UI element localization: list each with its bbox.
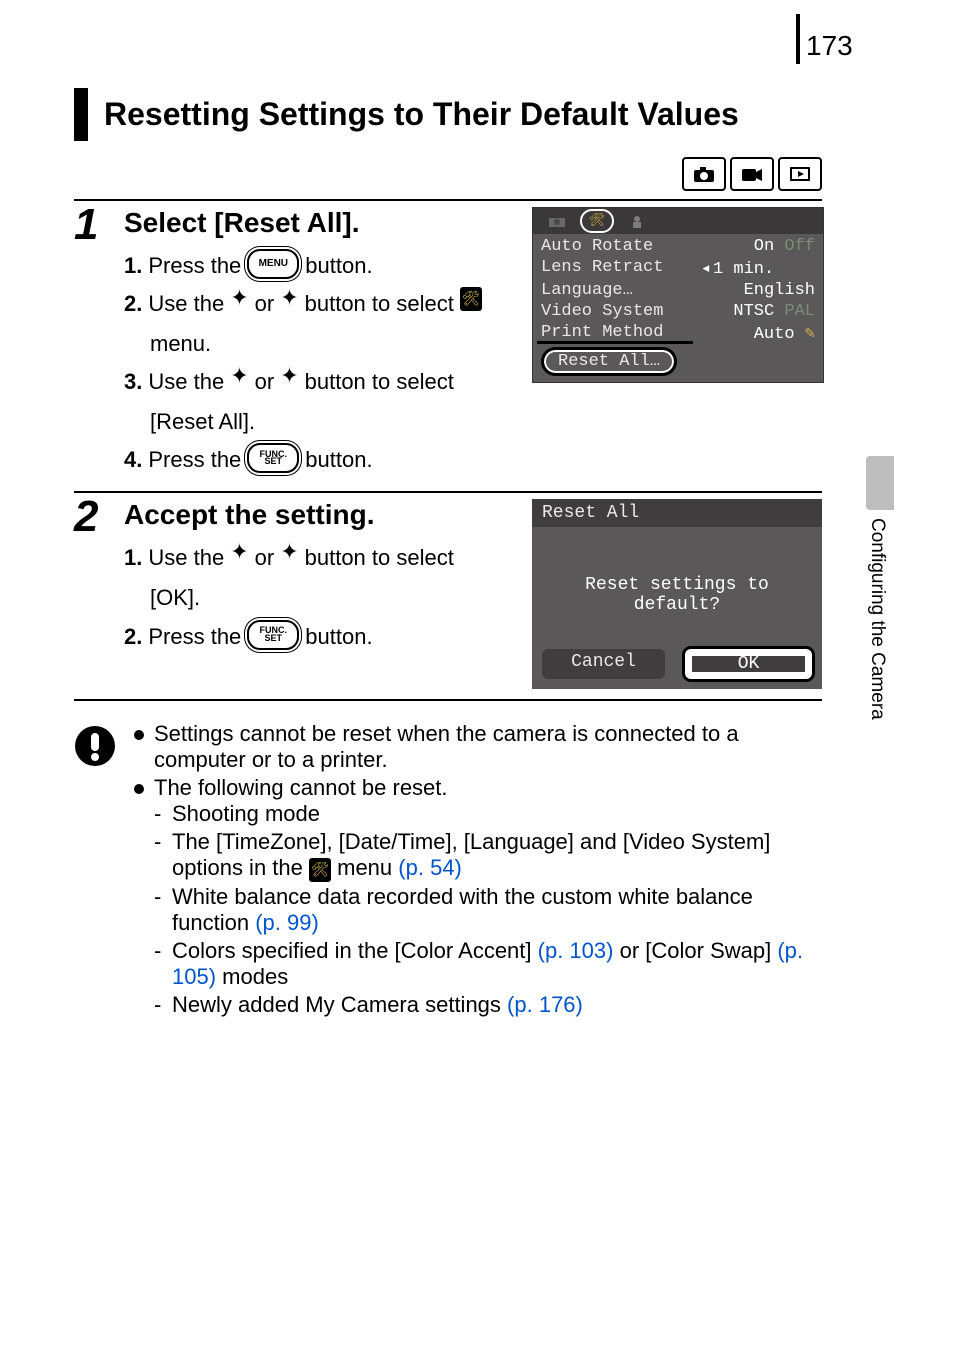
note-item: Settings cannot be reset when the camera… — [134, 721, 822, 773]
substep: 2. Use the ✦ or ✦ button to select 🛠 men… — [124, 287, 522, 361]
movie-camera-icon — [730, 157, 774, 191]
pictbridge-icon: ✎ — [805, 325, 815, 344]
important-note: Settings cannot be reset when the camera… — [74, 721, 822, 1019]
section-title-block: Resetting Settings to Their Default Valu… — [74, 88, 822, 141]
camera-screen-settings: 🛠 Auto RotateOn Off Lens Retract◂1 min. … — [532, 207, 824, 383]
header-rule — [796, 14, 800, 64]
up-arrow-icon: ✦ — [230, 365, 248, 387]
note-item: The following cannot be reset. Shooting … — [134, 775, 822, 1017]
func-set-button-icon: FUNC.SET — [247, 443, 299, 473]
page-link[interactable]: (p. 99) — [255, 910, 319, 935]
mode-icons — [682, 157, 822, 191]
tab-tools-icon: 🛠 — [579, 211, 615, 231]
caution-icon — [74, 721, 116, 773]
right-arrow-icon: ✦ — [280, 541, 298, 563]
still-camera-icon — [682, 157, 726, 191]
step-number: 1 — [74, 201, 124, 492]
dialog-ok-button: OK — [685, 649, 812, 679]
note-subitem: White balance data recorded with the cus… — [154, 884, 822, 936]
substep: 2. Press the FUNC.SET button. — [124, 620, 522, 654]
step-title: Accept the setting. — [124, 499, 522, 531]
down-arrow-icon: ✦ — [280, 365, 298, 387]
tab-camera-icon — [539, 211, 575, 231]
page-link[interactable]: (p. 176) — [507, 992, 583, 1017]
side-tab: Configuring the Camera — [866, 456, 894, 756]
left-arrow-icon: ✦ — [230, 541, 248, 563]
substep: 3. Use the ✦ or ✦ button to select [Rese… — [124, 365, 522, 439]
note-subitem: The [TimeZone], [Date/Time], [Language] … — [154, 829, 822, 881]
step-title: Select [Reset All]. — [124, 207, 522, 239]
substep: 1. Press the MENU button. — [124, 249, 522, 283]
substep: 4. Press the FUNC.SET button. — [124, 443, 522, 477]
step-row: 1 Select [Reset All]. 1. Press the MENU … — [74, 199, 822, 492]
note-subitem: Colors specified in the [Color Accent] (… — [154, 938, 822, 990]
tools-menu-icon: 🛠 — [309, 858, 331, 882]
step-row: 2 Accept the setting. 1. Use the ✦ or ✦ … — [74, 491, 822, 701]
substep: 1. Use the ✦ or ✦ button to select [OK]. — [124, 541, 522, 615]
page-link[interactable]: (p. 103) — [538, 938, 614, 963]
reset-all-menu-item: Reset All… — [541, 347, 677, 376]
playback-icon — [778, 157, 822, 191]
func-set-button-icon: FUNC.SET — [247, 620, 299, 650]
page-link[interactable]: (p. 54) — [398, 855, 462, 880]
dialog-cancel-button: Cancel — [542, 649, 665, 679]
page-number: 173 — [806, 30, 853, 62]
tools-menu-icon: 🛠 — [460, 287, 482, 311]
menu-button-icon: MENU — [247, 249, 299, 279]
left-arrow-icon: ✦ — [230, 287, 248, 309]
tab-person-icon — [619, 211, 655, 231]
step-number: 2 — [74, 493, 124, 699]
note-subitem: Shooting mode — [154, 801, 822, 827]
section-title: Resetting Settings to Their Default Valu… — [104, 96, 822, 133]
note-subitem: Newly added My Camera settings (p. 176) — [154, 992, 822, 1018]
right-arrow-icon: ✦ — [280, 287, 298, 309]
camera-screen-confirm: Reset All Reset settings to default? Can… — [532, 499, 822, 689]
